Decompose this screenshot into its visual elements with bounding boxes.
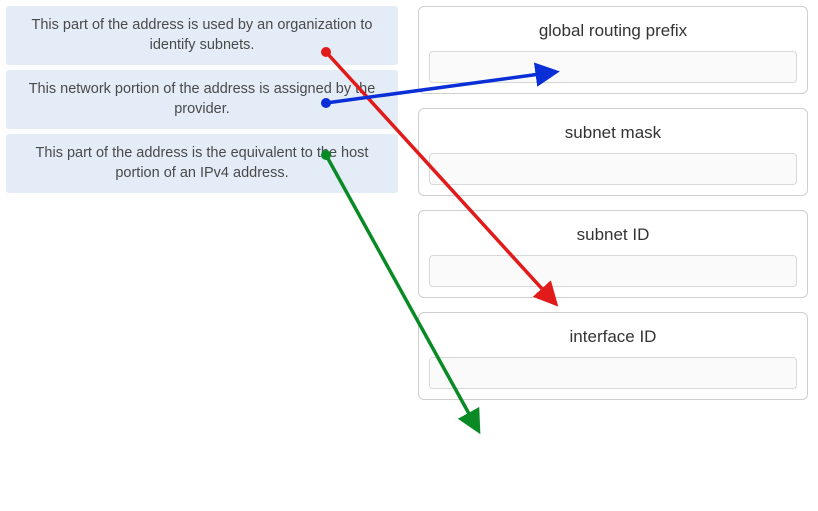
drop-zone[interactable]	[429, 357, 797, 389]
drop-zone[interactable]	[429, 51, 797, 83]
target-box: subnet mask	[418, 108, 808, 196]
source-text: This part of the address is used by an o…	[32, 17, 373, 53]
drop-zone[interactable]	[429, 255, 797, 287]
source-item[interactable]: This part of the address is the equivale…	[6, 134, 398, 193]
target-box: subnet ID	[418, 210, 808, 298]
target-box: global routing prefix	[418, 6, 808, 94]
target-column: global routing prefix subnet mask subnet…	[418, 6, 808, 414]
target-label: global routing prefix	[429, 21, 797, 41]
source-item[interactable]: This network portion of the address is a…	[6, 70, 398, 129]
target-label: subnet ID	[429, 225, 797, 245]
source-item[interactable]: This part of the address is used by an o…	[6, 6, 398, 65]
target-label: subnet mask	[429, 123, 797, 143]
source-text: This part of the address is the equivale…	[36, 145, 369, 181]
matching-exercise: This part of the address is used by an o…	[0, 0, 818, 511]
source-column: This part of the address is used by an o…	[6, 6, 398, 198]
drop-zone[interactable]	[429, 153, 797, 185]
source-text: This network portion of the address is a…	[29, 81, 376, 117]
target-box: interface ID	[418, 312, 808, 400]
target-label: interface ID	[429, 327, 797, 347]
